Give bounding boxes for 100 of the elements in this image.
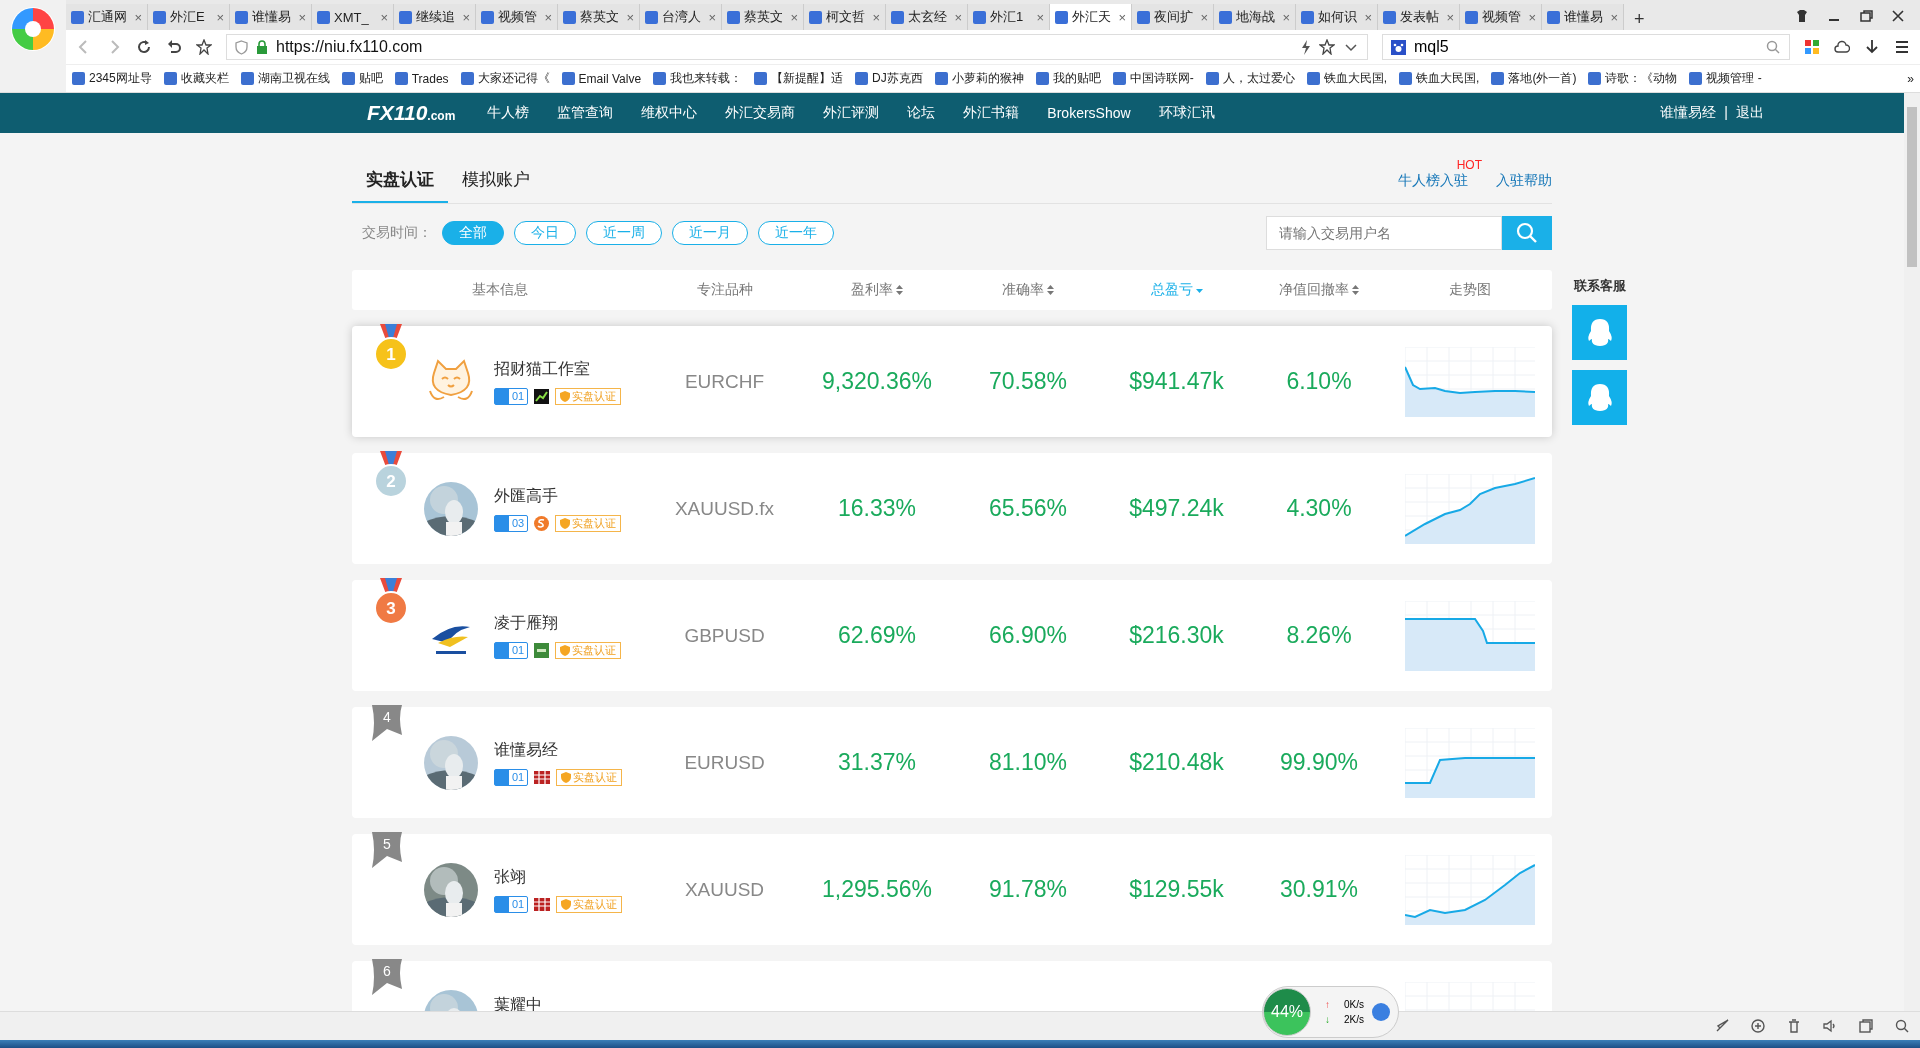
search-icon[interactable]	[1765, 39, 1781, 55]
nav-link[interactable]: 外汇交易商	[725, 104, 796, 122]
window-icon[interactable]	[1858, 1018, 1874, 1034]
trader-name[interactable]: 葉耀中	[494, 994, 542, 1011]
bookmark[interactable]: 小萝莉的猴神	[934, 70, 1024, 87]
trader-card[interactable]: 2 外匯高手 03 实盘认证 XAUUSD.fx 16.33% 65.56% $497.24k 4.30%	[352, 453, 1552, 564]
user-link[interactable]: 谁懂易经	[1660, 104, 1717, 122]
trader-card[interactable]: 4 谁懂易经 01 实盘认证 EURUSD 31.37% 81.10% $210.48k 99.90%	[352, 707, 1552, 818]
search-icon[interactable]	[1894, 1018, 1910, 1034]
trader-card[interactable]: 1 招财猫工作室 01 实盘认证 EURCHF 9,320.36% 70.58% $941.47k 6.10%	[352, 326, 1552, 437]
nav-link[interactable]: 外汇评测	[823, 104, 880, 122]
nav-link[interactable]: 监管查询	[557, 104, 614, 122]
network-monitor[interactable]: 44% ↑ 0K/s ↓ 2K/s	[1262, 986, 1399, 1038]
bookmark[interactable]: Email Valve	[561, 71, 642, 86]
browser-tab[interactable]: 视频管 ×	[1460, 4, 1542, 30]
bookmark[interactable]: 铁血大民国,	[1306, 70, 1388, 87]
bookmark[interactable]: Trades	[394, 71, 449, 86]
star-icon[interactable]	[196, 39, 212, 55]
reload-icon[interactable]	[136, 39, 152, 55]
nav-link[interactable]: 环球汇讯	[1158, 104, 1215, 122]
bookmark[interactable]: 收藏夹栏	[163, 70, 229, 87]
browser-tab[interactable]: 柯文哲 ×	[804, 4, 886, 30]
logout-link[interactable]: 退出	[1736, 104, 1764, 122]
username-search-field[interactable]: 请输入交易用户名	[1266, 216, 1502, 250]
trader-name[interactable]: 谁懂易经	[494, 739, 623, 761]
shirt-icon[interactable]	[1794, 8, 1810, 24]
sort-icon[interactable]	[1352, 285, 1359, 295]
bookmark[interactable]: 人，太过爱心	[1205, 70, 1295, 87]
bookmark[interactable]: 湖南卫视在线	[240, 70, 330, 87]
help-link[interactable]: 牛人榜入驻	[1398, 172, 1468, 190]
site-logo[interactable]: FX110.com	[367, 101, 456, 125]
bookmark[interactable]: 铁血大民国,	[1399, 70, 1480, 87]
more-bookmarks-button[interactable]: »	[1907, 71, 1914, 86]
bookmark[interactable]: 贴吧	[341, 70, 383, 87]
address-field[interactable]: https://niu.fx110.com	[226, 34, 1368, 60]
trader-name[interactable]: 凌于雁翔	[494, 612, 622, 634]
bookmark[interactable]: 我的贴吧	[1035, 70, 1101, 87]
rocket-icon[interactable]	[1714, 1018, 1730, 1034]
new-tab-button[interactable]: +	[1624, 9, 1655, 30]
page-tab[interactable]: 模拟账户	[448, 157, 544, 203]
bookmark[interactable]: 落地(外一首)	[1491, 70, 1577, 87]
nav-link[interactable]: 论坛	[907, 104, 936, 122]
browser-tab[interactable]: 外汇E ×	[148, 4, 230, 30]
plus-circle-icon[interactable]	[1750, 1018, 1766, 1034]
sort-icon[interactable]	[1047, 285, 1054, 295]
bookmark[interactable]: 中国诗联网-	[1112, 70, 1194, 87]
bookmark[interactable]: DJ苏克西	[855, 70, 923, 87]
trader-card[interactable]: 5 张翊 01 实盘认证 XAUUSD 1,295.56% 91.78% $129.55k 30.91%	[352, 834, 1552, 945]
scrollbar[interactable]	[1904, 93, 1920, 1011]
undo-icon[interactable]	[166, 39, 182, 55]
search-field[interactable]: mql5	[1382, 34, 1790, 60]
help-link[interactable]: 入驻帮助	[1496, 172, 1552, 190]
bookmark[interactable]: 诗歌：《动物	[1588, 70, 1678, 87]
browser-tab[interactable]: 太玄经 ×	[886, 4, 968, 30]
browser-tab[interactable]: 夜间扩 ×	[1132, 4, 1214, 30]
bookmark[interactable]: 2345网址导	[72, 70, 152, 87]
cloud-icon[interactable]	[1834, 39, 1850, 55]
speaker-icon[interactable]	[1822, 1018, 1838, 1034]
trash-icon[interactable]	[1786, 1018, 1802, 1034]
drawdown: 99.90%	[1280, 749, 1358, 775]
browser-logo-icon[interactable]	[10, 6, 56, 52]
profit-rate: 16.33%	[838, 495, 916, 521]
browser-tab[interactable]: 谁懂易 ×	[230, 4, 312, 30]
lightning-icon[interactable]	[1301, 39, 1311, 55]
download-icon[interactable]	[1864, 39, 1880, 55]
browser-tab[interactable]: 蔡英文 ×	[558, 4, 640, 30]
bookmark[interactable]: 视频管理 -	[1689, 70, 1762, 87]
page-tab[interactable]: 实盘认证	[352, 157, 448, 203]
nav-link[interactable]: 牛人榜	[487, 104, 530, 122]
restore-icon[interactable]	[1858, 8, 1874, 24]
nav-link[interactable]: 外汇书籍	[963, 104, 1020, 122]
star-icon[interactable]	[1319, 39, 1335, 55]
trader-card[interactable]: 3 凌于雁翔 01 实盘认证 GBPUSD 62.69% 66.90% $216.30k 8.26%	[352, 580, 1552, 691]
trader-name[interactable]: 招财猫工作室	[494, 358, 622, 380]
apps-icon[interactable]	[1804, 39, 1820, 55]
column-header[interactable]: 准确率	[1002, 281, 1044, 299]
trader-name[interactable]: 张翊	[494, 866, 623, 888]
browser-tab[interactable]: XMT_ ×	[312, 4, 394, 30]
close-icon[interactable]	[1890, 8, 1906, 24]
browser-tab[interactable]: 继续追 ×	[394, 4, 476, 30]
trader-name[interactable]: 外匯高手	[494, 485, 622, 507]
browser-tab[interactable]: 外汇1 ×	[968, 4, 1050, 30]
column-header[interactable]: 净值回撤率	[1279, 281, 1349, 299]
bookmark[interactable]: 大家还记得《	[460, 70, 550, 87]
browser-tab[interactable]: 蔡英文 ×	[722, 4, 804, 30]
browser-tab[interactable]: 视频管 ×	[476, 4, 558, 30]
nav-link[interactable]: BrokersShow	[1047, 105, 1131, 121]
browser-tab[interactable]: 汇通网 ×	[66, 4, 148, 30]
browser-tab[interactable]: 如何识 ×	[1296, 4, 1378, 30]
sort-icon[interactable]	[896, 285, 903, 295]
bookmark[interactable]: 【新提醒】适	[754, 70, 844, 87]
bookmark[interactable]: 我也来转载：	[653, 70, 743, 87]
browser-tab[interactable]: 地海战 ×	[1214, 4, 1296, 30]
browser-tab[interactable]: 台湾人 ×	[640, 4, 722, 30]
nav-link[interactable]: 维权中心	[641, 104, 698, 122]
browser-tab[interactable]: 外汇天 ×	[1050, 4, 1132, 30]
browser-tab[interactable]: 谁懂易 ×	[1542, 4, 1624, 30]
browser-tab[interactable]: 发表帖 ×	[1378, 4, 1460, 30]
column-header[interactable]: 盈利率	[851, 281, 893, 299]
menu-icon[interactable]	[1894, 39, 1910, 55]
